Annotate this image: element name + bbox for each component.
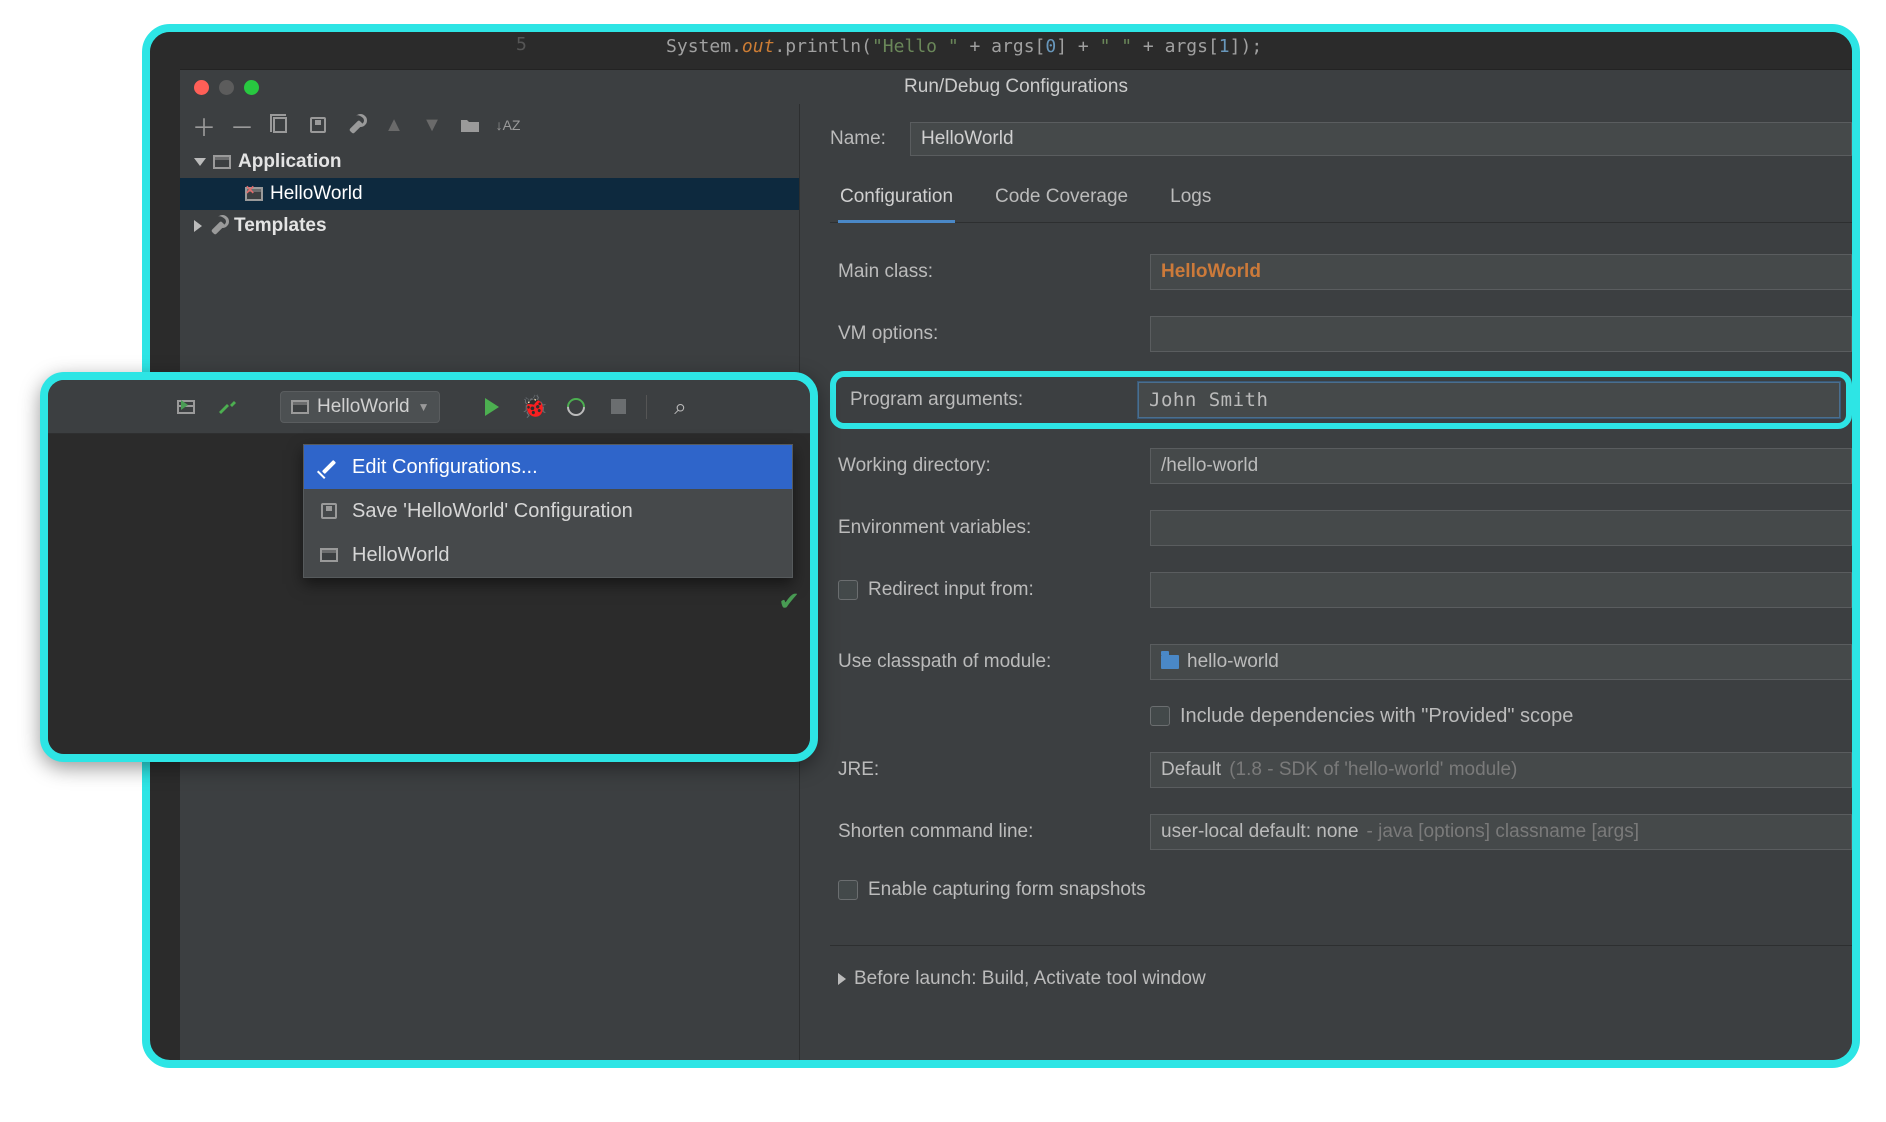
redirect-input-field[interactable] — [1150, 572, 1852, 608]
sort-button[interactable]: ↓AZ — [498, 115, 518, 135]
tree-label: Application — [238, 151, 341, 173]
classpath-label: Use classpath of module: — [830, 651, 1132, 673]
vm-options-field[interactable] — [1150, 316, 1852, 352]
zoom-window-button[interactable] — [244, 80, 259, 95]
tab-logs[interactable]: Logs — [1168, 176, 1213, 222]
name-input[interactable] — [910, 122, 1852, 156]
module-icon — [1161, 655, 1179, 669]
move-down-button[interactable]: ▼ — [422, 115, 442, 135]
chevron-down-icon: ▼ — [418, 400, 430, 414]
tree-node-templates[interactable]: Templates — [180, 210, 799, 242]
expand-icon — [194, 158, 206, 166]
build-icon[interactable] — [214, 393, 242, 421]
add-config-button[interactable]: ＋ — [194, 115, 214, 135]
inspection-ok-icon: ✔ — [778, 586, 800, 617]
classpath-field[interactable]: hello-world — [1150, 644, 1852, 680]
dropdown-label: Edit Configurations... — [352, 456, 538, 479]
tree-node-helloworld[interactable]: ✕ HelloWorld — [180, 178, 799, 210]
minimize-window-button[interactable] — [219, 80, 234, 95]
toolbar-dropdown-popup-frame: HelloWorld ▼ 🐞 ⌕ ✔ Edit Configurations..… — [40, 372, 818, 762]
tree-label: HelloWorld — [270, 183, 363, 205]
shorten-cmd-label: Shorten command line: — [830, 821, 1132, 843]
main-class-label: Main class: — [830, 261, 1132, 283]
application-icon — [212, 152, 232, 172]
working-dir-field[interactable]: /hello-world — [1150, 448, 1852, 484]
tree-label: Templates — [234, 215, 327, 237]
combo-label: HelloWorld — [317, 396, 410, 418]
window-controls — [194, 80, 259, 95]
editor-code-line: 5 System.out.println("Hello " + args[0] … — [150, 32, 1852, 69]
copy-config-button[interactable] — [270, 115, 290, 135]
tab-code-coverage[interactable]: Code Coverage — [993, 176, 1130, 222]
coverage-button[interactable] — [562, 393, 590, 421]
tree-toolbar: ＋ － ▲ ▼ ↓AZ — [180, 104, 799, 146]
dialog-titlebar: Run/Debug Configurations — [180, 70, 1852, 104]
edit-config-button[interactable] — [346, 115, 366, 135]
debug-button[interactable]: 🐞 — [520, 393, 548, 421]
before-launch-expander[interactable]: Before launch: Build, Activate tool wind… — [830, 945, 1852, 990]
shorten-cmd-field[interactable]: user-local default: none - java [options… — [1150, 814, 1852, 850]
jre-label: JRE: — [830, 759, 1132, 781]
application-icon: ✕ — [244, 184, 264, 204]
dropdown-label: Save 'HelloWorld' Configuration — [352, 500, 633, 523]
redirect-input-checkbox[interactable] — [838, 580, 858, 600]
jre-field[interactable]: Default (1.8 - SDK of 'hello-world' modu… — [1150, 752, 1852, 788]
include-provided-label: Include dependencies with "Provided" sco… — [1180, 705, 1573, 728]
program-args-label: Program arguments: — [842, 389, 1138, 411]
move-up-button[interactable]: ▲ — [384, 115, 404, 135]
editor-line-number: 5 — [516, 34, 527, 55]
save-config-button[interactable] — [308, 115, 328, 135]
expand-icon — [194, 220, 202, 232]
snapshots-label: Enable capturing form snapshots — [868, 879, 1146, 901]
folder-action-button[interactable] — [460, 115, 480, 135]
ide-toolbar: HelloWorld ▼ 🐞 ⌕ — [48, 380, 810, 434]
dialog-title: Run/Debug Configurations — [180, 76, 1852, 98]
search-button[interactable]: ⌕ — [666, 393, 694, 421]
pencil-icon — [318, 459, 340, 475]
project-structure-icon[interactable] — [172, 393, 200, 421]
dropdown-item-helloworld[interactable]: HelloWorld — [304, 533, 792, 577]
vm-options-label: VM options: — [830, 323, 1132, 345]
stop-button[interactable] — [604, 393, 632, 421]
expand-icon — [838, 973, 846, 985]
dropdown-item-edit-configs[interactable]: Edit Configurations... — [304, 445, 792, 489]
wrench-icon — [208, 216, 228, 236]
tree-node-application[interactable]: Application — [180, 146, 799, 178]
env-vars-field[interactable] — [1150, 510, 1852, 546]
env-vars-label: Environment variables: — [830, 517, 1132, 539]
snapshots-checkbox[interactable] — [838, 880, 858, 900]
close-window-button[interactable] — [194, 80, 209, 95]
program-args-field[interactable]: John Smith — [1138, 382, 1840, 418]
application-icon — [318, 548, 340, 562]
working-dir-label: Working directory: — [830, 455, 1132, 477]
program-args-highlight: Program arguments: John Smith — [830, 371, 1852, 429]
run-config-combo[interactable]: HelloWorld ▼ — [280, 391, 440, 423]
configuration-form: Name: Configuration Code Coverage Logs M… — [800, 104, 1852, 1060]
before-launch-label: Before launch: Build, Activate tool wind… — [854, 968, 1206, 990]
include-provided-checkbox[interactable] — [1150, 706, 1170, 726]
config-tabs: Configuration Code Coverage Logs — [830, 176, 1852, 223]
run-button[interactable] — [478, 393, 506, 421]
main-class-field[interactable]: HelloWorld — [1150, 254, 1852, 290]
tab-configuration[interactable]: Configuration — [838, 176, 955, 223]
save-icon — [318, 503, 340, 519]
dropdown-item-save-config[interactable]: Save 'HelloWorld' Configuration — [304, 489, 792, 533]
run-config-dropdown: Edit Configurations... Save 'HelloWorld'… — [303, 444, 793, 578]
remove-config-button[interactable]: － — [232, 115, 252, 135]
name-label: Name: — [830, 128, 886, 150]
dropdown-label: HelloWorld — [352, 544, 449, 567]
application-icon — [291, 400, 309, 414]
redirect-input-label: Redirect input from: — [868, 579, 1034, 601]
